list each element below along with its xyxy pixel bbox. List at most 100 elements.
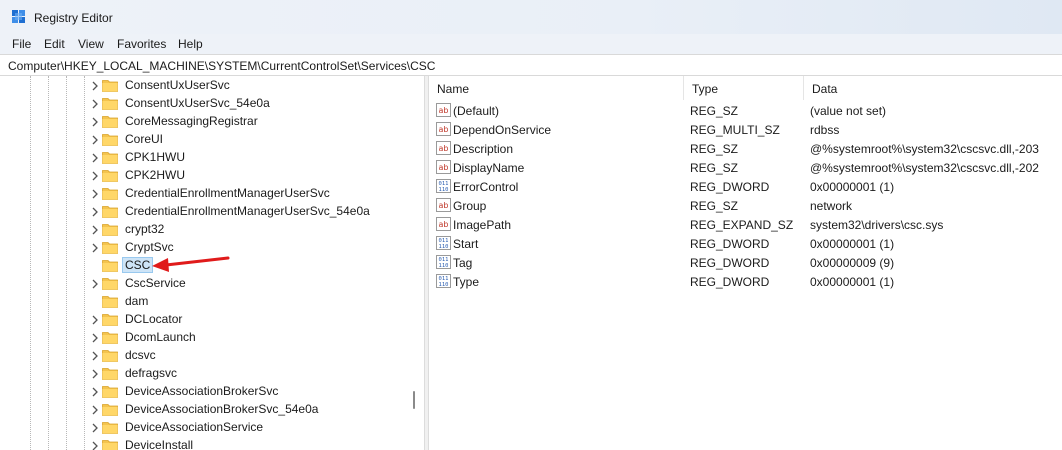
tree-item[interactable]: ConsentUxUserSvc [86,77,406,95]
menu-help[interactable]: Help [178,37,203,51]
chevron-right-icon[interactable] [90,117,100,127]
registry-editor-app-icon [12,10,25,23]
tree-item[interactable]: CPK2HWU [86,167,406,185]
chevron-right-icon[interactable] [90,405,100,415]
binary-value-icon: 011110 [436,274,451,288]
chevron-right-icon[interactable] [90,441,100,450]
value-data: system32\drivers\csc.sys [810,218,944,232]
tree-item-label: CoreMessagingRegistrar [125,114,258,128]
tree-item[interactable]: CscService [86,275,406,293]
address-path[interactable]: Computer\HKEY_LOCAL_MACHINE\SYSTEM\Curre… [8,59,435,73]
chevron-right-icon[interactable] [90,189,100,199]
chevron-right-icon[interactable] [90,333,100,343]
tree-item[interactable]: CryptSvc [86,239,406,257]
values-list-pane[interactable]: Name Type Data ab (Default) REG_SZ (value n… [429,76,1062,450]
value-type: REG_DWORD [690,237,770,251]
tree-item[interactable]: DeviceAssociationBrokerSvc [86,383,406,401]
tree-item[interactable]: CoreMessagingRegistrar [86,113,406,131]
value-row[interactable]: ab Group REG_SZ network [429,196,1062,215]
tree-scrollbar-thumb[interactable] [413,391,415,409]
tree-item[interactable]: ConsentUxUserSvc_54e0a [86,95,406,113]
chevron-right-icon[interactable] [90,171,100,181]
value-data: 0x00000001 (1) [810,180,895,194]
menu-view[interactable]: View [78,37,104,51]
value-row[interactable]: ab ImagePath REG_EXPAND_SZ system32\drivers… [429,215,1062,234]
value-row[interactable]: ab DependOnService REG_MULTI_SZ rdbss [429,120,1062,139]
value-row[interactable]: 011 110 Type REG_DWORD 0x00000001 (1) [429,272,1062,291]
tree-item[interactable]: crypt32 [86,221,406,239]
tree-item[interactable]: DCLocator [86,311,406,329]
tree-item[interactable]: CredentialEnrollmentManagerUserSvc_54e0a [86,203,406,221]
folder-icon [102,224,118,236]
tree-scrollbar[interactable] [408,76,422,450]
svg-text:110: 110 [439,187,449,193]
chevron-right-icon[interactable] [90,243,100,253]
chevron-right-icon[interactable] [90,99,100,109]
chevron-right-icon[interactable] [90,153,100,163]
menu-favorites[interactable]: Favorites [117,37,166,51]
chevron-right-icon[interactable] [90,387,100,397]
value-data: (value not set) [810,104,887,118]
column-header-data[interactable]: Data [804,76,1062,100]
chevron-right-icon[interactable] [90,315,100,325]
address-bar[interactable]: Computer\HKEY_LOCAL_MACHINE\SYSTEM\Curre… [0,54,1062,76]
tree-item[interactable]: DeviceInstall [86,437,406,450]
tree-item[interactable]: CSC [86,257,406,275]
folder-icon [102,152,118,164]
tree-item[interactable]: CPK1HWU [86,149,406,167]
column-header-type[interactable]: Type [684,76,804,100]
value-data: network [810,199,853,213]
chevron-right-icon[interactable] [90,81,100,91]
tree-item-label: CredentialEnrollmentManagerUserSvc [125,186,330,200]
menu-file[interactable]: File [12,37,31,51]
tree-item-label: ConsentUxUserSvc [125,78,230,92]
value-row[interactable]: 011 110 Start REG_DWORD 0x00000001 (1) [429,234,1062,253]
folder-icon [102,242,118,254]
value-name: (Default) [453,104,500,118]
tree-item[interactable]: DcomLaunch [86,329,406,347]
string-value-icon: ab [436,122,451,136]
binary-value-icon: 011110 [436,179,451,193]
annotation-arrow [152,256,230,272]
value-row[interactable]: ab DisplayName REG_SZ @%systemroot%\system3… [429,158,1062,177]
tree-item[interactable]: DeviceAssociationBrokerSvc_54e0a [86,401,406,419]
tree-item-label: DeviceInstall [125,438,194,450]
tree-item[interactable]: DeviceAssociationService [86,419,406,437]
chevron-right-icon[interactable] [90,135,100,145]
folder-icon [102,296,118,308]
value-name: Group [453,199,487,213]
folder-icon [102,440,118,450]
chevron-right-icon[interactable] [90,351,100,361]
value-row[interactable]: ab (Default) REG_SZ (value not set) [429,101,1062,120]
value-row[interactable]: 011 110 Tag REG_DWORD 0x00000009 (9) [429,253,1062,272]
tree-item[interactable]: dam [86,293,406,311]
tree-item-label: CPK2HWU [125,168,186,182]
value-row[interactable]: 011 110 ErrorControl REG_DWORD 0x00000001 (1… [429,177,1062,196]
string-value-icon: ab [436,103,451,117]
folder-icon [102,260,118,272]
tree-item-label: CoreUI [125,132,164,146]
chevron-right-icon[interactable] [90,207,100,217]
folder-icon [102,134,118,146]
tree-item[interactable]: defragsvc [86,365,406,383]
tree-item[interactable]: CoreUI [86,131,406,149]
tree-item[interactable]: dcsvc [86,347,406,365]
chevron-right-icon[interactable] [90,369,100,379]
chevron-right-icon[interactable] [90,225,100,235]
tree-item-label: CSC [121,257,154,273]
folder-icon [102,404,118,416]
chevron-right-icon[interactable] [90,423,100,433]
value-type: REG_SZ [690,142,739,156]
value-row[interactable]: ab Description REG_SZ @%systemroot%\system3… [429,139,1062,158]
folder-icon [102,278,118,290]
svg-text:110: 110 [439,263,449,269]
tree-item[interactable]: CredentialEnrollmentManagerUserSvc [86,185,406,203]
value-type: REG_DWORD [690,256,770,270]
tree-item-label: DCLocator [125,312,183,326]
chevron-right-icon[interactable] [90,279,100,289]
tree-item-label: dcsvc [125,348,156,362]
tree-item-label: DeviceAssociationService [125,420,264,434]
column-header-name[interactable]: Name [429,76,684,100]
value-name: Tag [453,256,473,270]
menu-edit[interactable]: Edit [44,37,65,51]
